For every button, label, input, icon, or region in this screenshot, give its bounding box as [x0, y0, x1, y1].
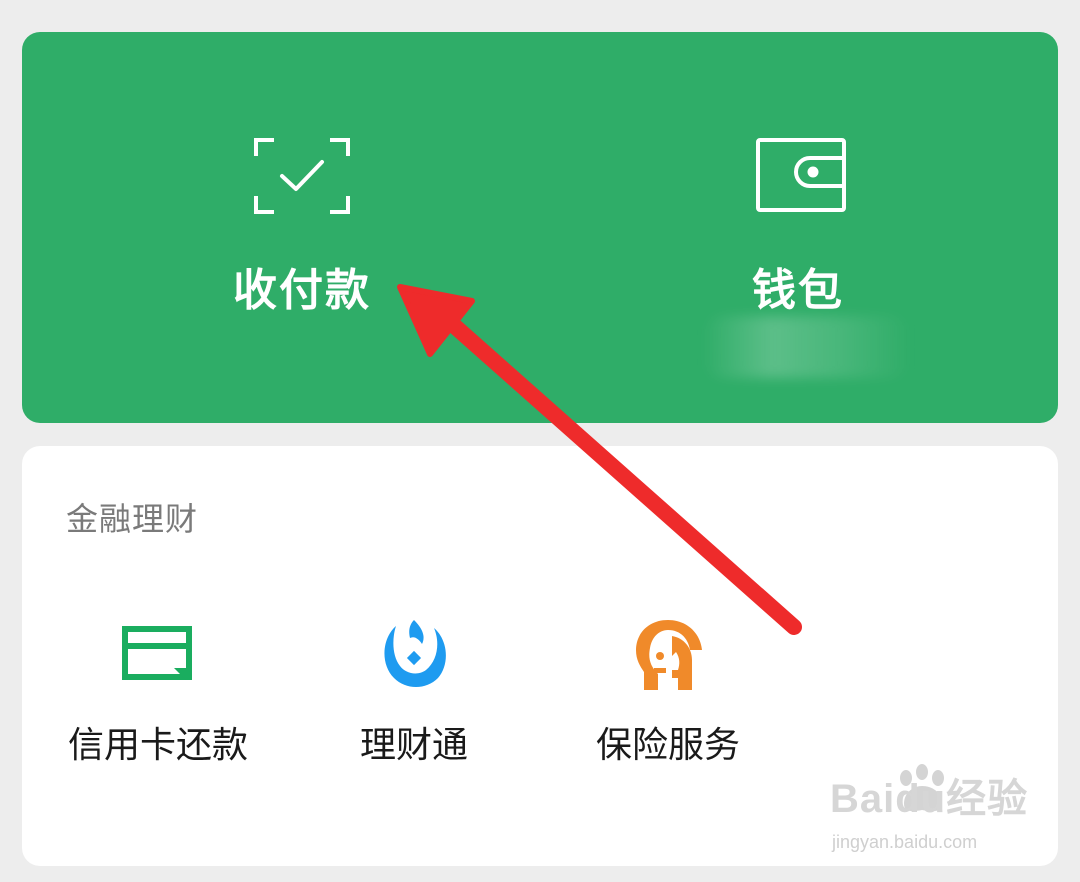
- insurance-icon: [636, 620, 702, 690]
- credit-card-label: 信用卡还款: [67, 725, 248, 766]
- pay-receive-button[interactable]: 收付款: [152, 32, 452, 423]
- section-title: 金融理财: [66, 500, 199, 538]
- watermark-brand: Baidu经验: [830, 777, 1029, 821]
- watermark-url: jingyan.baidu.com: [832, 832, 978, 852]
- licaitong-button[interactable]: 理财通: [334, 616, 494, 776]
- licaitong-label: 理财通: [359, 725, 468, 766]
- scan-check-icon: [254, 138, 350, 214]
- insurance-service-button[interactable]: 保险服务: [578, 616, 758, 776]
- blurred-balance: [702, 316, 912, 378]
- credit-card-repayment-button[interactable]: 信用卡还款: [58, 616, 258, 776]
- wallet-label: 钱包: [752, 265, 844, 316]
- credit-card-icon: [122, 626, 192, 680]
- baidu-jingyan-watermark: Baidu经验 jingyan.baidu.com: [826, 764, 1046, 866]
- wallet-icon: [756, 138, 846, 212]
- wechat-service-page: 收付款 钱包 金融理财 信用卡还款 理财通 保险服务 Baidu经验 jingy…: [0, 0, 1080, 882]
- insurance-label: 保险服务: [595, 725, 740, 766]
- top-panel: 收付款 钱包: [22, 32, 1058, 423]
- pay-receive-label: 收付款: [233, 265, 371, 316]
- licaitong-icon: [384, 620, 446, 687]
